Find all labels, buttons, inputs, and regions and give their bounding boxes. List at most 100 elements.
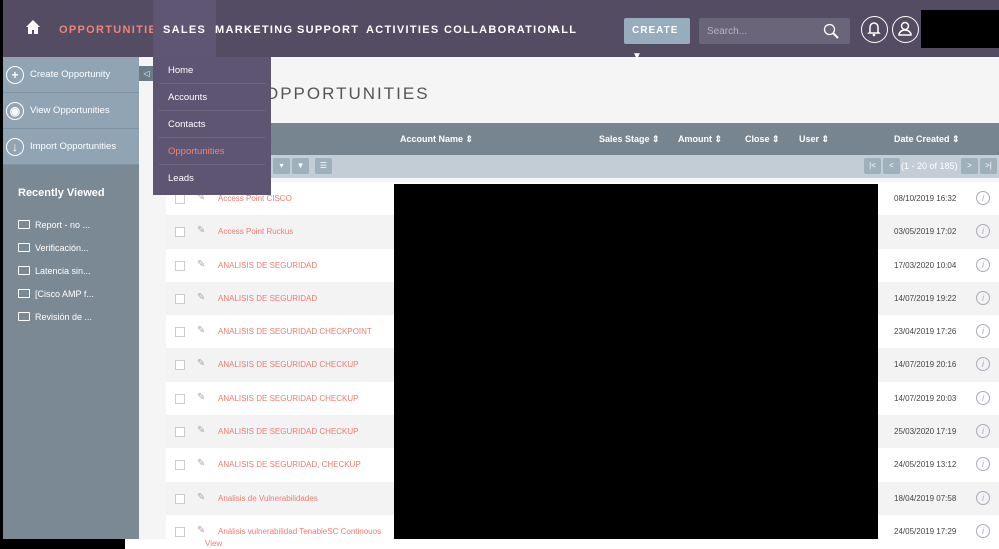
plus-icon: + — [6, 65, 24, 84]
date-created: 14/07/2019 19:22 — [894, 293, 957, 303]
prev-page-button[interactable]: < — [883, 158, 900, 174]
row-checkbox[interactable] — [175, 327, 185, 338]
sales-menu-item[interactable]: Contacts — [159, 111, 265, 138]
nav-sales[interactable]: SALES — [153, 0, 217, 57]
info-icon[interactable]: i — [976, 390, 990, 405]
nav-activities[interactable]: ACTIVITIES — [366, 0, 440, 57]
opportunity-name-link[interactable]: ANALISIS DE SEGURIDAD CHECKUP — [218, 394, 358, 403]
col-sales-stage[interactable]: Sales Stage ⇕ — [599, 134, 660, 145]
col-close[interactable]: Close ⇕ — [745, 134, 780, 145]
download-icon: ↓ — [6, 137, 24, 156]
create-button[interactable]: CREATE ▼ — [624, 18, 690, 62]
sales-menu-item[interactable]: Accounts — [159, 84, 265, 111]
opportunity-name-link[interactable]: ANALISIS DE SEGURIDAD CHECKPOINT — [218, 327, 372, 336]
filter-icon[interactable]: ▼ — [292, 158, 309, 174]
create-opportunity-action[interactable]: + Create Opportunity — [3, 57, 139, 93]
col-amount[interactable]: Amount ⇕ — [678, 134, 722, 145]
row-checkbox[interactable] — [175, 227, 185, 238]
date-created: 25/03/2020 17:19 — [894, 427, 957, 437]
info-icon[interactable]: i — [976, 290, 990, 305]
row-checkbox[interactable] — [175, 526, 185, 537]
search-icon[interactable] — [823, 23, 839, 39]
info-icon[interactable]: i — [976, 191, 990, 205]
nav-collaboration[interactable]: COLLABORATION — [444, 0, 557, 57]
collapse-sidebar-button[interactable]: ◁ — [139, 66, 154, 81]
import-opportunities-action[interactable]: ↓ Import Opportunities — [3, 129, 139, 165]
action-label: Import Opportunities — [30, 141, 117, 152]
info-icon[interactable]: i — [976, 523, 990, 538]
edit-pencil-icon[interactable]: ✎ — [197, 225, 205, 236]
edit-pencil-icon[interactable]: ✎ — [197, 425, 205, 436]
bulk-action-dropdown[interactable]: ▾ — [273, 158, 290, 174]
recently-viewed-title: Recently Viewed — [18, 187, 105, 199]
info-icon[interactable]: i — [976, 257, 990, 272]
nav-marketing[interactable]: MARKETING — [215, 0, 293, 57]
info-icon[interactable]: i — [976, 357, 990, 372]
edit-pencil-icon[interactable]: ✎ — [197, 458, 205, 469]
opportunity-name-link[interactable]: Access Point CISCO — [218, 194, 292, 203]
date-created: 24/05/2019 17:29 — [894, 526, 957, 536]
pagination-bar: ▾ ▼ ☰ |< < (1 - 20 of 185) > >| — [166, 155, 999, 178]
edit-pencil-icon[interactable]: ✎ — [197, 259, 205, 270]
nav-all[interactable]: ALL — [552, 0, 577, 57]
opportunity-name-link[interactable]: ANALISIS DE SEGURIDAD — [218, 294, 317, 303]
info-icon[interactable]: i — [976, 224, 990, 239]
info-icon[interactable]: i — [976, 424, 990, 439]
info-icon[interactable]: i — [976, 457, 990, 472]
col-date-created[interactable]: Date Created ⇕ — [894, 134, 960, 145]
row-checkbox[interactable] — [175, 460, 185, 471]
col-account-name[interactable]: Account Name ⇕ — [400, 134, 473, 145]
opportunity-name-link[interactable]: ANALISIS DE SEGURIDAD CHECKUP — [218, 360, 358, 369]
edit-pencil-icon[interactable]: ✎ — [197, 525, 205, 536]
edit-pencil-icon[interactable]: ✎ — [197, 292, 205, 303]
info-icon[interactable]: i — [976, 490, 990, 505]
edit-pencil-icon[interactable]: ✎ — [197, 492, 205, 503]
folder-icon — [18, 266, 30, 275]
sidebar: + Create Opportunity ◉ View Opportunities … — [3, 57, 139, 539]
edit-pencil-icon[interactable]: ✎ — [197, 392, 205, 403]
col-user[interactable]: User ⇕ — [799, 134, 829, 145]
date-created: 14/07/2019 20:03 — [894, 393, 957, 403]
recent-item[interactable]: Report - no ... — [3, 213, 139, 236]
notifications-bell-icon[interactable] — [861, 16, 888, 43]
row-checkbox[interactable] — [175, 360, 185, 371]
recent-item-label: Verificación... — [35, 242, 89, 253]
opportunity-name-link[interactable]: ANALISIS DE SEGURIDAD, CHECKUP — [218, 460, 361, 469]
nav-support[interactable]: SUPPORT — [297, 0, 359, 57]
row-checkbox[interactable] — [175, 493, 185, 504]
home-icon[interactable] — [25, 19, 41, 35]
first-page-button[interactable]: |< — [864, 158, 881, 174]
recent-item[interactable]: [Cisco AMP f... — [3, 282, 139, 305]
row-checkbox[interactable] — [175, 194, 185, 204]
recent-item-label: Latencia sin... — [35, 265, 91, 276]
next-page-button[interactable]: > — [961, 158, 978, 174]
row-checkbox[interactable] — [175, 293, 185, 304]
row-checkbox[interactable] — [175, 260, 185, 271]
recent-item[interactable]: Verificación... — [3, 236, 139, 259]
row-checkbox[interactable] — [175, 393, 185, 404]
info-icon[interactable]: i — [976, 324, 990, 339]
sales-menu-item[interactable]: Opportunities — [159, 138, 265, 165]
pagination-count: (1 - 20 of 185) — [901, 161, 958, 171]
opportunity-name-link[interactable]: Analisis de Vulnerabilidades — [218, 494, 318, 503]
view-opportunities-action[interactable]: ◉ View Opportunities — [3, 93, 139, 129]
recent-item[interactable]: Latencia sin... — [3, 259, 139, 282]
sales-menu-item[interactable]: Home — [159, 57, 265, 84]
recent-item[interactable]: Revisión de ... — [3, 305, 139, 328]
row-checkbox[interactable] — [175, 427, 185, 438]
table-header: Account Name ⇕ Sales Stage ⇕ Amount ⇕ Cl… — [166, 123, 999, 155]
date-created: 18/04/2019 07:58 — [894, 493, 957, 503]
column-chooser-icon[interactable]: ☰ — [315, 158, 332, 174]
opportunity-name-link[interactable]: ANALISIS DE SEGURIDAD — [218, 261, 317, 270]
opportunity-name-link[interactable]: ANALISIS DE SEGURIDAD CHECKUP — [218, 427, 358, 436]
edit-pencil-icon[interactable]: ✎ — [197, 325, 205, 336]
redacted-region — [394, 184, 878, 539]
edit-pencil-icon[interactable]: ✎ — [197, 358, 205, 369]
background-window-strip: View — [125, 539, 999, 549]
opportunity-name-link[interactable]: Access Point Ruckus — [218, 227, 293, 236]
sales-menu-item[interactable]: Leads — [159, 165, 265, 192]
user-profile-icon[interactable] — [892, 16, 919, 43]
nav-opportunities[interactable]: OPPORTUNITIES — [59, 0, 166, 57]
last-page-button[interactable]: >| — [980, 158, 997, 174]
opportunity-name-link[interactable]: Análisis vulnerabilidad TenableSC Contin… — [218, 527, 381, 536]
